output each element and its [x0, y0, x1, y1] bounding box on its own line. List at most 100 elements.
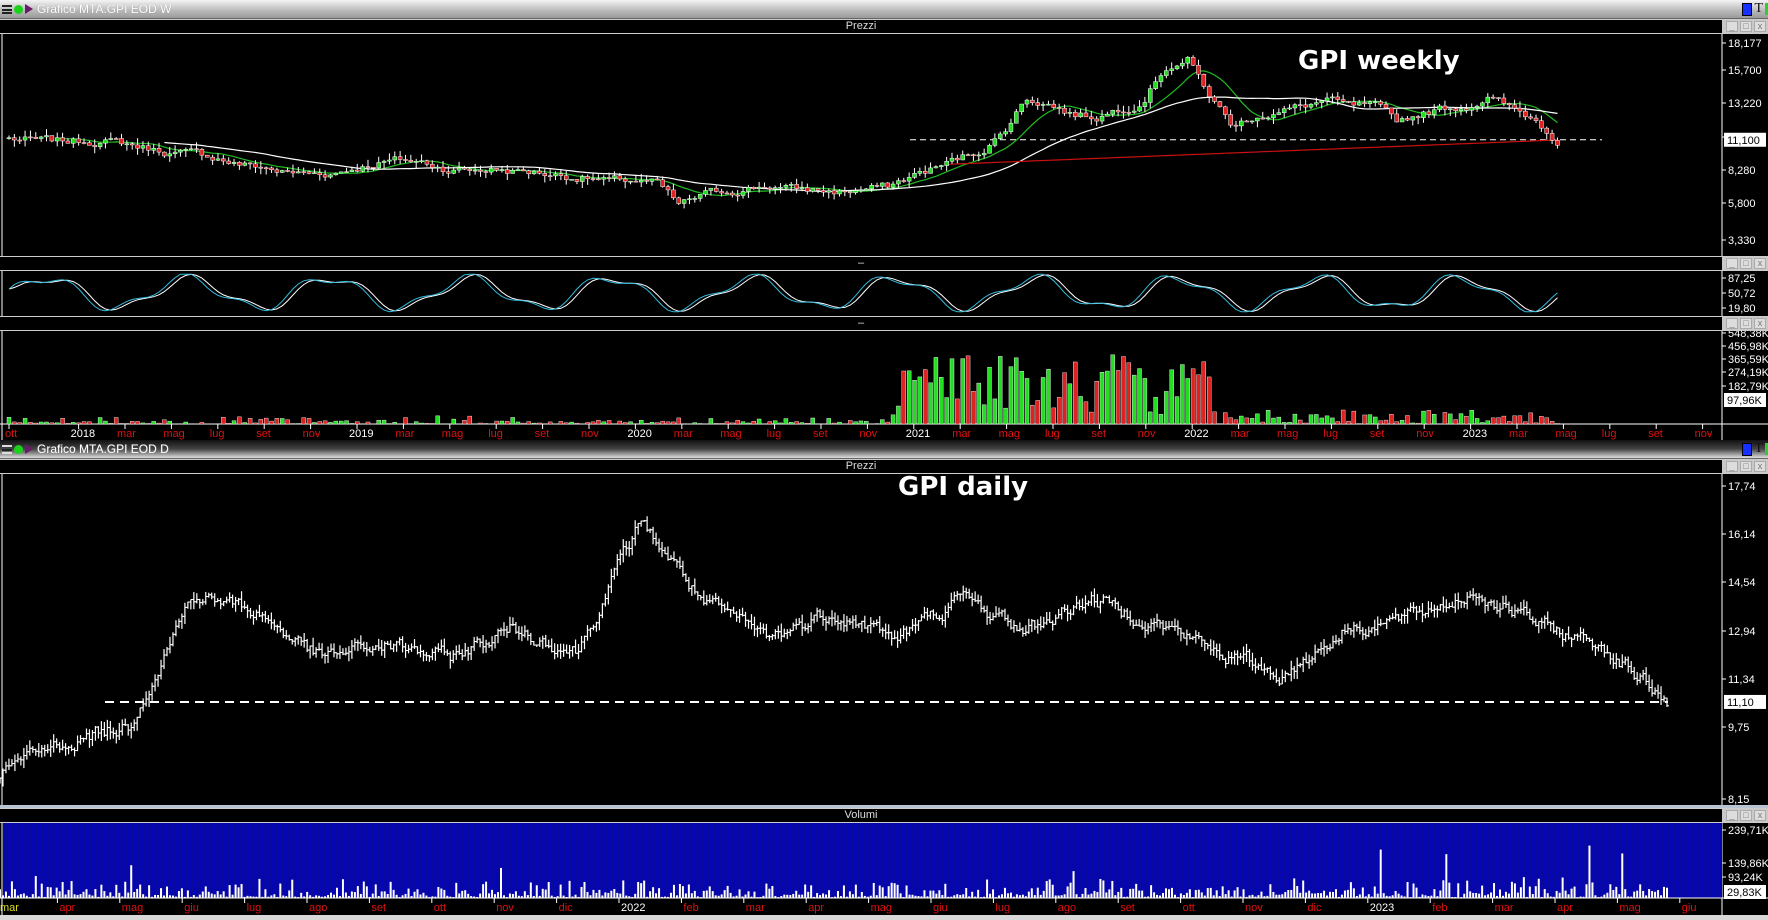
candle-down — [1389, 107, 1394, 115]
weekly-price-chart[interactable]: GPI weekly18,17715,70013,22010,7008,2805… — [0, 34, 1768, 256]
volume-bar — [692, 422, 698, 425]
volume-bar — [738, 889, 741, 898]
play-arrow-icon[interactable] — [25, 4, 33, 14]
candle-down — [1030, 99, 1035, 104]
volume-bar — [1290, 889, 1293, 898]
candle-up — [601, 177, 606, 180]
candle-up — [1078, 112, 1083, 118]
volume-bar — [944, 883, 947, 898]
volume-bar — [100, 884, 103, 898]
volume-bar — [1367, 894, 1370, 898]
x-axis-label: mar — [1509, 428, 1528, 440]
volume-bar — [1276, 416, 1282, 425]
weekly-stochastic-chart[interactable]: 87,25 50,72 19,80 — [0, 271, 1768, 316]
candle-up — [740, 191, 746, 196]
minimize-button[interactable]: _ — [1726, 461, 1738, 472]
volume-bar — [1399, 420, 1405, 425]
daily-volume-chart[interactable]: 239,71K 139,86K 93,24K 29,83K mar apr mag giu lu… — [0, 823, 1768, 915]
volume-bar — [353, 892, 356, 898]
volume-bar — [1405, 415, 1410, 425]
volume-bar — [148, 885, 151, 898]
text-tool-icon[interactable]: T — [1754, 441, 1763, 457]
volume-bar — [1314, 893, 1317, 898]
plot-background — [0, 474, 1768, 806]
volume-bar — [1110, 354, 1115, 425]
volume-bar — [136, 888, 139, 898]
volume-bar — [1265, 410, 1271, 425]
volume-bar — [851, 894, 854, 898]
maximize-button[interactable]: □ — [1740, 318, 1752, 329]
weekly-window-titlebar[interactable]: Grafico MTA.GPI EOD W T — [0, 0, 1768, 19]
volume-bar — [619, 893, 622, 898]
close-button[interactable]: x — [1754, 318, 1766, 329]
close-button[interactable]: x — [1754, 258, 1766, 269]
volume-bar — [1624, 889, 1627, 898]
play-arrow-icon[interactable] — [25, 444, 33, 454]
menu-icon[interactable] — [2, 4, 12, 14]
volume-bar — [622, 422, 628, 425]
volume-bar — [655, 422, 660, 425]
candle-down — [1089, 116, 1094, 120]
volume-bar — [344, 420, 349, 425]
maximize-button[interactable]: □ — [1740, 258, 1752, 269]
candle-up — [687, 198, 692, 201]
volume-bar — [113, 417, 119, 425]
volume-bar — [274, 418, 280, 425]
volume-bar — [1474, 418, 1480, 425]
candle-up — [890, 183, 896, 188]
maximize-button[interactable]: □ — [1740, 461, 1752, 472]
close-button[interactable]: x — [1754, 461, 1766, 472]
panel-title: – — [857, 317, 865, 329]
volume-bar — [1531, 894, 1534, 898]
weekly-volume-chart[interactable]: 548,38K456,98K365,59K274,19K 182,79K 97,96… — [0, 331, 1768, 440]
candle-up — [981, 152, 987, 156]
volume-bar — [523, 891, 526, 898]
panel-title: – — [857, 257, 865, 269]
volume-bar — [887, 886, 890, 898]
daily-window-titlebar[interactable]: Grafico MTA.GPI EOD D T — [0, 440, 1768, 459]
volume-bar — [1523, 421, 1528, 425]
volume-bar — [1093, 890, 1096, 898]
x-axis-label: mag — [720, 428, 741, 440]
axis-tick-label: 50,72 — [1728, 288, 1756, 300]
minimize-button[interactable]: _ — [1726, 318, 1738, 329]
volume-bar — [1481, 885, 1484, 898]
volume-bar — [1009, 892, 1012, 898]
minimize-button[interactable]: _ — [1726, 21, 1738, 32]
x-axis-label: ott — [5, 428, 17, 440]
volume-bar — [1618, 894, 1621, 898]
volume-bar — [1517, 415, 1523, 425]
color-square-icon[interactable] — [1742, 442, 1753, 456]
minimize-button[interactable]: _ — [1726, 258, 1738, 269]
volume-bar — [1051, 884, 1054, 898]
volume-bar — [338, 420, 344, 425]
volume-bar — [531, 422, 537, 425]
close-button[interactable]: x — [1754, 810, 1766, 821]
volume-bar — [461, 890, 464, 898]
volume-bar — [665, 421, 671, 425]
volume-bar — [708, 886, 711, 898]
text-tool-icon[interactable]: T — [1754, 1, 1763, 17]
candle-up — [167, 153, 172, 157]
candle-down — [269, 167, 274, 171]
candle-up — [103, 139, 108, 144]
maximize-button[interactable]: □ — [1740, 810, 1752, 821]
close-button[interactable]: x — [1754, 21, 1766, 32]
volume-bar — [1003, 887, 1006, 898]
x-axis-label: 2023 — [1463, 428, 1487, 440]
candle-up — [1249, 120, 1255, 123]
volume-bar — [1442, 412, 1448, 425]
minimize-button[interactable]: _ — [1726, 810, 1738, 821]
menu-icon[interactable] — [2, 444, 12, 454]
volume-bar — [1040, 377, 1046, 425]
daily-price-chart[interactable]: GPI daily 17,7416,1414,5412,9411,349,758,… — [0, 474, 1768, 806]
color-square-icon[interactable] — [1742, 2, 1753, 16]
volume-bar — [1522, 877, 1525, 898]
volume-bar — [836, 891, 839, 898]
volume-bar — [242, 422, 247, 425]
volume-bar — [746, 422, 751, 425]
maximize-button[interactable]: □ — [1740, 21, 1752, 32]
candle-up — [1158, 75, 1164, 82]
candle-up — [1271, 114, 1276, 119]
volume-bar — [747, 891, 750, 898]
